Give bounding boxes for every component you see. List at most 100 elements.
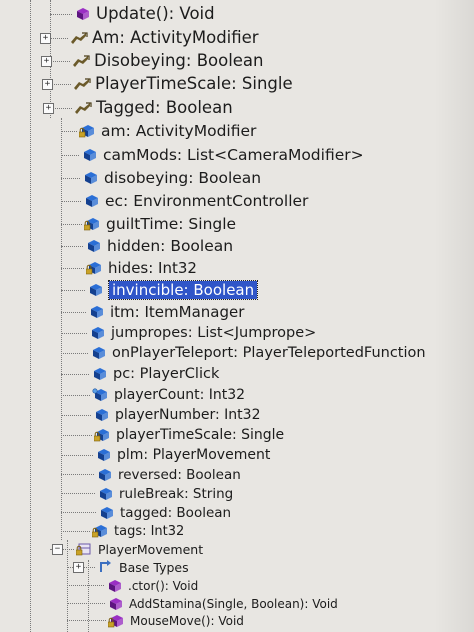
tree-node-label: hides: Int32 — [108, 258, 197, 277]
tree-node[interactable]: jumpropes: List<Jumprope> — [89, 323, 316, 343]
field-icon — [98, 505, 116, 521]
tree-node[interactable]: reversed: Boolean — [96, 465, 241, 484]
tree-node-label: disobeying: Boolean — [104, 169, 262, 187]
tree-branch-line — [61, 178, 80, 179]
tree-node-label: Am: ActivityModifier — [92, 28, 259, 47]
tree-node-label: playerNumber: Int32 — [115, 407, 261, 423]
base-types-icon — [97, 559, 115, 575]
tree-branch-line — [61, 312, 86, 313]
field-icon — [85, 238, 103, 254]
tree-node[interactable]: PlayerTimeScale: Single — [73, 72, 293, 95]
tree-node-label: ec: EnvironmentController — [105, 192, 309, 210]
tree-node[interactable]: itm: ItemManager — [88, 301, 244, 322]
tree-branch-line — [61, 268, 84, 269]
field-icon — [96, 467, 114, 483]
tree-expander[interactable]: + — [43, 103, 54, 114]
field-icon — [81, 147, 99, 163]
property-icon — [70, 30, 88, 46]
tree-node-label: camMods: List<CameraModifier> — [103, 146, 364, 164]
tree-node[interactable]: am: ActivityModifier — [79, 120, 256, 142]
tree-node[interactable]: pc: PlayerClick — [91, 364, 219, 384]
tree-node-label: PlayerMovement — [98, 541, 204, 557]
protected-field-icon — [86, 260, 104, 276]
tree-node[interactable]: ec: EnvironmentController — [83, 190, 308, 212]
tree-node-label: AddStamina(Single, Boolean): Void — [129, 596, 338, 611]
tree-node[interactable]: Disobeying: Boolean — [72, 49, 264, 72]
tree-node-label: Base Types — [119, 559, 189, 575]
field-icon — [83, 193, 101, 209]
tree-node[interactable]: AddStamina(Single, Boolean): Void — [107, 595, 338, 612]
tree-node[interactable]: Base Types — [97, 558, 189, 576]
tree-node-label: ruleBreak: String — [119, 485, 234, 502]
tree-expander[interactable]: + — [73, 562, 84, 573]
tree-branch-line — [61, 395, 90, 396]
field-icon — [88, 304, 106, 320]
tree-node[interactable]: disobeying: Boolean — [82, 167, 261, 189]
tree-node-label: jumpropes: List<Jumprope> — [111, 325, 317, 341]
tree-branch-line — [61, 224, 82, 225]
protected-field-icon — [92, 523, 110, 539]
tree-node-selected[interactable]: invincible: Boolean — [87, 279, 259, 300]
tree-branch-line — [61, 531, 90, 532]
tree-node-label: playerTimeScale: Single — [116, 427, 285, 443]
field-icon — [95, 447, 113, 463]
tree-branch-line — [50, 14, 72, 15]
tree-branch-line — [61, 333, 87, 334]
tree-node[interactable]: tagged: Boolean — [98, 503, 231, 522]
tree-node[interactable]: ruleBreak: String — [97, 484, 233, 503]
tree-expander[interactable]: + — [41, 56, 52, 67]
protected-method-icon — [108, 613, 126, 629]
tree-expander[interactable]: + — [42, 79, 53, 90]
tree-node[interactable]: playerTimeScale: Single — [94, 425, 284, 445]
tree-branch-line — [61, 131, 77, 132]
tree-node[interactable]: Am: ActivityModifier — [70, 26, 259, 49]
tree-branch-line — [61, 155, 79, 156]
property-icon — [73, 76, 91, 92]
assembly-tree-view[interactable]: Update(): Void + Am: ActivityModifier + Diso… — [0, 0, 474, 632]
tree-node-label: itm: ItemManager — [110, 302, 245, 321]
tree-node-label: playerCount: Int32 — [114, 387, 246, 403]
field-icon — [97, 486, 115, 502]
tree-node[interactable]: playerNumber: Int32 — [93, 405, 260, 425]
tree-node-label: guiltTime: Single — [106, 215, 237, 233]
tree-node-label: plm: PlayerMovement — [117, 447, 271, 463]
tree-node[interactable]: camMods: List<CameraModifier> — [81, 144, 364, 166]
tree-branch-line — [61, 290, 85, 291]
tree-node-label: am: ActivityModifier — [101, 122, 257, 140]
tree-branch-line — [61, 353, 88, 354]
tree-branch-line — [61, 435, 92, 436]
method-icon — [106, 578, 124, 594]
tree-branch-line — [61, 493, 95, 494]
tree-node[interactable]: MouseMove(): Void — [108, 612, 244, 629]
internal-field-icon — [92, 387, 110, 403]
property-icon — [72, 53, 90, 69]
class-icon — [76, 541, 94, 557]
field-icon — [87, 282, 105, 298]
field-icon — [93, 407, 111, 423]
tree-node[interactable]: hides: Int32 — [86, 257, 197, 278]
tree-node[interactable]: hidden: Boolean — [85, 235, 233, 257]
tree-node-label: invincible: Boolean — [107, 279, 259, 300]
tree-expander[interactable]: + — [40, 33, 51, 44]
tree-expander[interactable]: − — [52, 544, 63, 555]
tree-node[interactable]: Tagged: Boolean — [74, 96, 233, 119]
tree-connector-line — [67, 540, 68, 632]
tree-node[interactable]: guiltTime: Single — [84, 213, 236, 235]
field-icon — [89, 325, 107, 341]
tree-node-label: PlayerTimeScale: Single — [95, 74, 293, 93]
tree-node[interactable]: playerCount: Int32 — [92, 385, 245, 405]
protected-field-icon — [84, 216, 102, 232]
tree-node[interactable]: tags: Int32 — [92, 522, 184, 540]
protected-field-icon — [79, 123, 97, 139]
tree-node[interactable]: PlayerMovement — [76, 540, 203, 558]
tree-node[interactable]: onPlayerTeleport: PlayerTeleportedFuncti… — [90, 343, 426, 363]
field-icon — [91, 366, 109, 382]
tree-node-label: hidden: Boolean — [107, 237, 234, 255]
tree-connector-line — [88, 560, 89, 632]
tree-branch-line — [61, 415, 91, 416]
tree-node[interactable]: Update(): Void — [74, 2, 215, 25]
tree-branch-line — [61, 374, 89, 375]
tree-node[interactable]: plm: PlayerMovement — [95, 445, 270, 465]
tree-branch-line — [67, 620, 106, 621]
tree-node[interactable]: .ctor(): Void — [106, 577, 198, 594]
